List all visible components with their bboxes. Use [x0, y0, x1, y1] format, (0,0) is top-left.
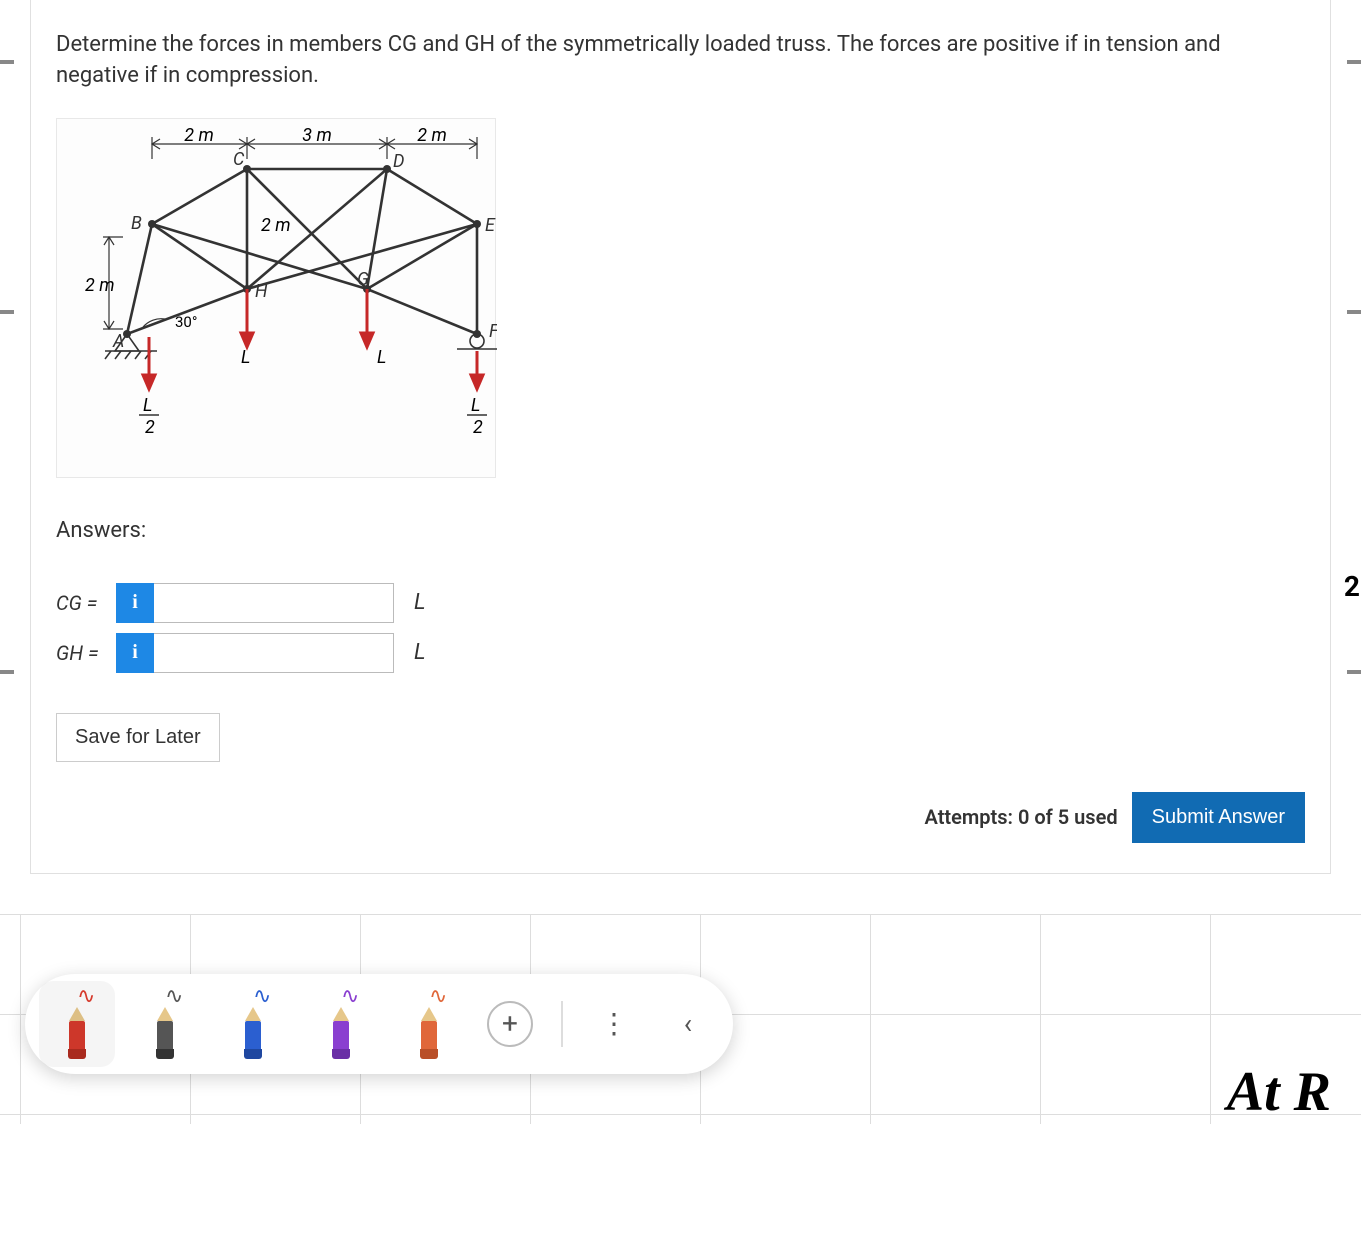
- answer-row-cg: CG = i L: [56, 583, 1305, 623]
- answer-input-cg[interactable]: [154, 583, 394, 623]
- load-A-den: 2: [145, 417, 155, 438]
- angle-A: 30°: [175, 313, 197, 331]
- more-icon[interactable]: ⋮: [591, 1001, 637, 1047]
- load-H: L: [241, 347, 250, 368]
- pen-red[interactable]: ∿: [47, 989, 107, 1059]
- info-icon[interactable]: i: [116, 583, 154, 623]
- answer-lhs: CG =: [56, 591, 116, 615]
- question-card: Determine the forces in members CG and G…: [30, 0, 1331, 874]
- edge-tick: [0, 60, 14, 64]
- dim-top-2: 3 m: [302, 125, 332, 146]
- node-H: H: [255, 281, 268, 302]
- node-D: D: [393, 151, 404, 172]
- edge-tick: [0, 670, 14, 674]
- answer-row-gh: GH = i L: [56, 633, 1305, 673]
- side-badge: 2: [1344, 570, 1360, 603]
- node-C: C: [233, 149, 245, 170]
- save-for-later-button[interactable]: Save for Later: [56, 713, 220, 762]
- edge-tick: [1347, 60, 1361, 64]
- truss-diagram: 2 m 3 m 2 m: [56, 118, 496, 478]
- edge-tick: [1347, 670, 1361, 674]
- edge-tick: [0, 310, 14, 314]
- squiggle-icon: ∿: [77, 983, 95, 1009]
- load-A-num: L: [143, 395, 152, 416]
- info-icon[interactable]: i: [116, 633, 154, 673]
- handwritten-note: At R: [1227, 1060, 1331, 1124]
- edge-tick: [1347, 310, 1361, 314]
- load-G: L: [377, 347, 386, 368]
- pen-black[interactable]: ∿: [135, 989, 195, 1059]
- answers-heading: Answers:: [56, 518, 1305, 543]
- node-B: B: [131, 213, 142, 234]
- squiggle-icon: ∿: [253, 983, 271, 1009]
- node-E: E: [485, 215, 496, 236]
- toolbar-divider: [561, 1001, 563, 1047]
- node-F: F: [489, 321, 497, 342]
- submit-answer-button[interactable]: Submit Answer: [1132, 792, 1305, 843]
- add-tool-button[interactable]: +: [487, 1001, 533, 1047]
- dim-ch: 2 m: [261, 215, 291, 236]
- dim-top-3: 2 m: [417, 125, 447, 146]
- pen-blue[interactable]: ∿: [223, 989, 283, 1059]
- question-prompt: Determine the forces in members CG and G…: [56, 30, 1305, 92]
- pen-purple[interactable]: ∿: [311, 989, 371, 1059]
- load-F-num: L: [471, 395, 480, 416]
- node-G: G: [357, 269, 369, 290]
- answer-lhs: GH =: [56, 641, 116, 665]
- annotation-area: ∿ ∿ ∿ ∿ ∿ + ⋮ ‹ At R: [0, 914, 1361, 1124]
- pen-toolbar: ∿ ∿ ∿ ∿ ∿ + ⋮ ‹: [25, 974, 733, 1074]
- dim-left: 2 m: [85, 275, 115, 296]
- chevron-left-icon[interactable]: ‹: [665, 1001, 711, 1047]
- pen-orange[interactable]: ∿: [399, 989, 459, 1059]
- attempts-text: Attempts: 0 of 5 used: [925, 805, 1118, 829]
- load-F-den: 2: [473, 417, 483, 438]
- squiggle-icon: ∿: [429, 983, 447, 1009]
- answer-input-gh[interactable]: [154, 633, 394, 673]
- squiggle-icon: ∿: [341, 983, 359, 1009]
- dim-top-1: 2 m: [184, 125, 214, 146]
- answer-unit: L: [414, 640, 426, 665]
- answer-unit: L: [414, 590, 426, 615]
- squiggle-icon: ∿: [165, 983, 183, 1009]
